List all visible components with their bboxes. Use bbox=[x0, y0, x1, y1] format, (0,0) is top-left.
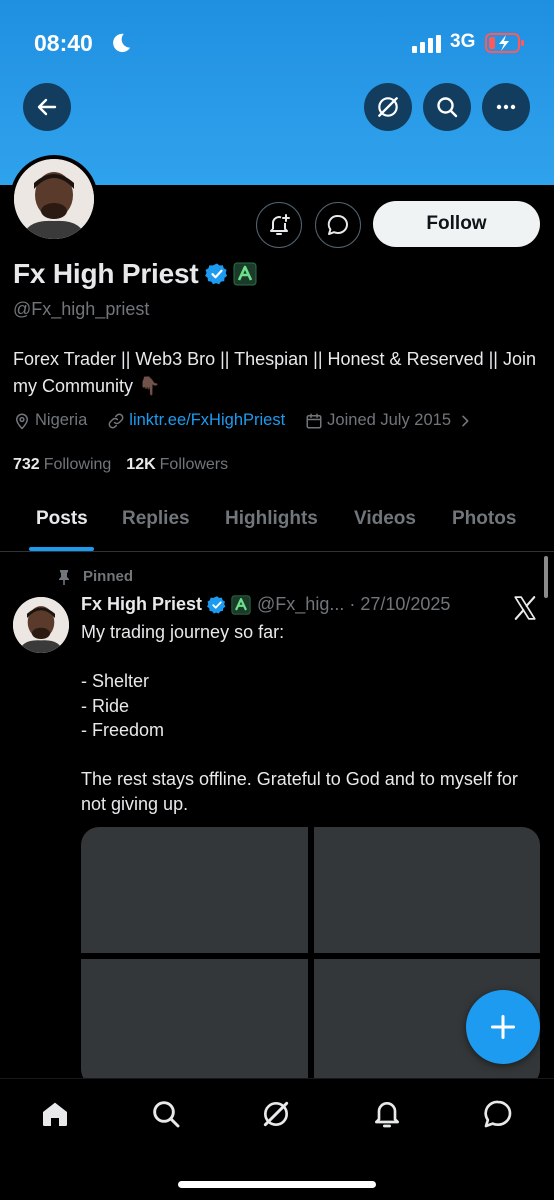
signal-icon bbox=[412, 35, 441, 53]
message-bubble-icon bbox=[327, 214, 348, 235]
nav-search[interactable] bbox=[149, 1097, 183, 1131]
following-label: Following bbox=[43, 456, 112, 473]
x-logo-icon[interactable] bbox=[512, 595, 538, 621]
following-stat[interactable]: 732 Following bbox=[13, 456, 111, 474]
status-bar: 08:40 3G bbox=[0, 28, 554, 62]
plus-icon bbox=[490, 1014, 516, 1040]
website-link[interactable]: linktr.ee/FxHighPriest bbox=[129, 411, 285, 430]
tab-videos[interactable]: Videos bbox=[354, 508, 416, 530]
compose-button[interactable] bbox=[466, 990, 540, 1064]
battery-charging-icon bbox=[485, 33, 524, 53]
media-tile[interactable] bbox=[81, 959, 308, 1087]
tab-photos[interactable]: Photos bbox=[452, 508, 516, 530]
back-button[interactable] bbox=[23, 83, 71, 131]
post-media-grid[interactable] bbox=[81, 827, 540, 1087]
profile-stats: 732 Following 12K Followers bbox=[13, 456, 243, 474]
joined-item[interactable]: Joined July 2015 bbox=[305, 411, 477, 430]
arrow-left-icon bbox=[37, 98, 57, 116]
calendar-icon bbox=[306, 413, 322, 428]
follow-button[interactable]: Follow bbox=[373, 201, 540, 247]
media-tile[interactable] bbox=[81, 827, 308, 953]
profile-bio: Forex Trader || Web3 Bro || Thespian || … bbox=[13, 349, 536, 396]
following-count: 732 bbox=[13, 456, 40, 473]
pinned-label: Pinned bbox=[83, 568, 134, 585]
messages-icon bbox=[484, 1100, 512, 1128]
home-icon bbox=[43, 1102, 67, 1126]
chevron-right-icon bbox=[462, 415, 469, 426]
active-tab-indicator bbox=[29, 547, 94, 551]
link-icon bbox=[108, 413, 124, 428]
more-button[interactable] bbox=[482, 83, 530, 131]
pinned-label-row: Pinned bbox=[57, 568, 133, 585]
tab-posts[interactable]: Posts bbox=[36, 508, 88, 530]
search-icon bbox=[153, 1101, 180, 1128]
followers-stat[interactable]: 12K Followers bbox=[126, 456, 228, 474]
nav-notifications[interactable] bbox=[370, 1097, 404, 1131]
profile-tabs: Posts Replies Highlights Videos Photos bbox=[0, 490, 554, 552]
moon-icon bbox=[113, 33, 131, 53]
nav-messages[interactable] bbox=[481, 1097, 515, 1131]
network-type: 3G bbox=[450, 31, 476, 52]
profile-name-row: Fx High Priest bbox=[13, 258, 257, 290]
grok-icon bbox=[263, 1101, 289, 1127]
tab-replies[interactable]: Replies bbox=[122, 508, 190, 530]
media-tile[interactable] bbox=[314, 827, 540, 953]
post-text: My trading journey so far: - Shelter - R… bbox=[81, 622, 518, 814]
search-icon bbox=[437, 97, 458, 118]
more-horizontal-icon bbox=[496, 104, 516, 110]
profile-meta: Nigeria linktr.ee/FxHighPriest Joined Ju… bbox=[13, 411, 497, 430]
post-handle-date: @Fx_hig... · 27/10/2025 bbox=[257, 594, 451, 614]
verified-badge-icon[interactable] bbox=[205, 262, 229, 286]
grok-icon bbox=[378, 97, 398, 117]
post-author-avatar[interactable] bbox=[13, 597, 69, 653]
nav-home[interactable] bbox=[38, 1097, 72, 1131]
scrollbar[interactable] bbox=[544, 556, 548, 598]
profile-avatar[interactable] bbox=[10, 155, 98, 243]
nav-grok[interactable] bbox=[259, 1097, 293, 1131]
profile-handle: @Fx_high_priest bbox=[13, 299, 150, 319]
verified-badge-icon bbox=[207, 595, 226, 613]
followers-count: 12K bbox=[126, 456, 156, 473]
pin-icon bbox=[59, 569, 69, 585]
grok-button[interactable] bbox=[364, 83, 412, 131]
profile-name: Fx High Priest bbox=[13, 258, 199, 289]
message-button[interactable] bbox=[315, 202, 361, 248]
website-item[interactable]: linktr.ee/FxHighPriest bbox=[107, 411, 285, 430]
location-item: Nigeria bbox=[13, 411, 87, 430]
affiliate-badge-icon[interactable] bbox=[233, 262, 257, 286]
bell-plus-icon bbox=[270, 214, 290, 235]
affiliate-badge-icon bbox=[231, 594, 251, 615]
notify-button[interactable] bbox=[256, 202, 302, 248]
avatar-image bbox=[14, 159, 94, 239]
post-author-name[interactable]: Fx High Priest bbox=[81, 594, 202, 615]
post-header: Fx High Priest @Fx_hig... · 27/10/2025 bbox=[81, 594, 450, 615]
home-indicator bbox=[178, 1181, 376, 1188]
location-pin-icon bbox=[15, 413, 29, 430]
tab-highlights[interactable]: Highlights bbox=[225, 508, 318, 530]
notifications-icon bbox=[375, 1102, 399, 1128]
location-text: Nigeria bbox=[35, 411, 88, 429]
search-button[interactable] bbox=[423, 83, 471, 131]
status-time: 08:40 bbox=[34, 30, 93, 56]
followers-label: Followers bbox=[159, 456, 229, 473]
joined-text: Joined July 2015 bbox=[327, 411, 452, 429]
